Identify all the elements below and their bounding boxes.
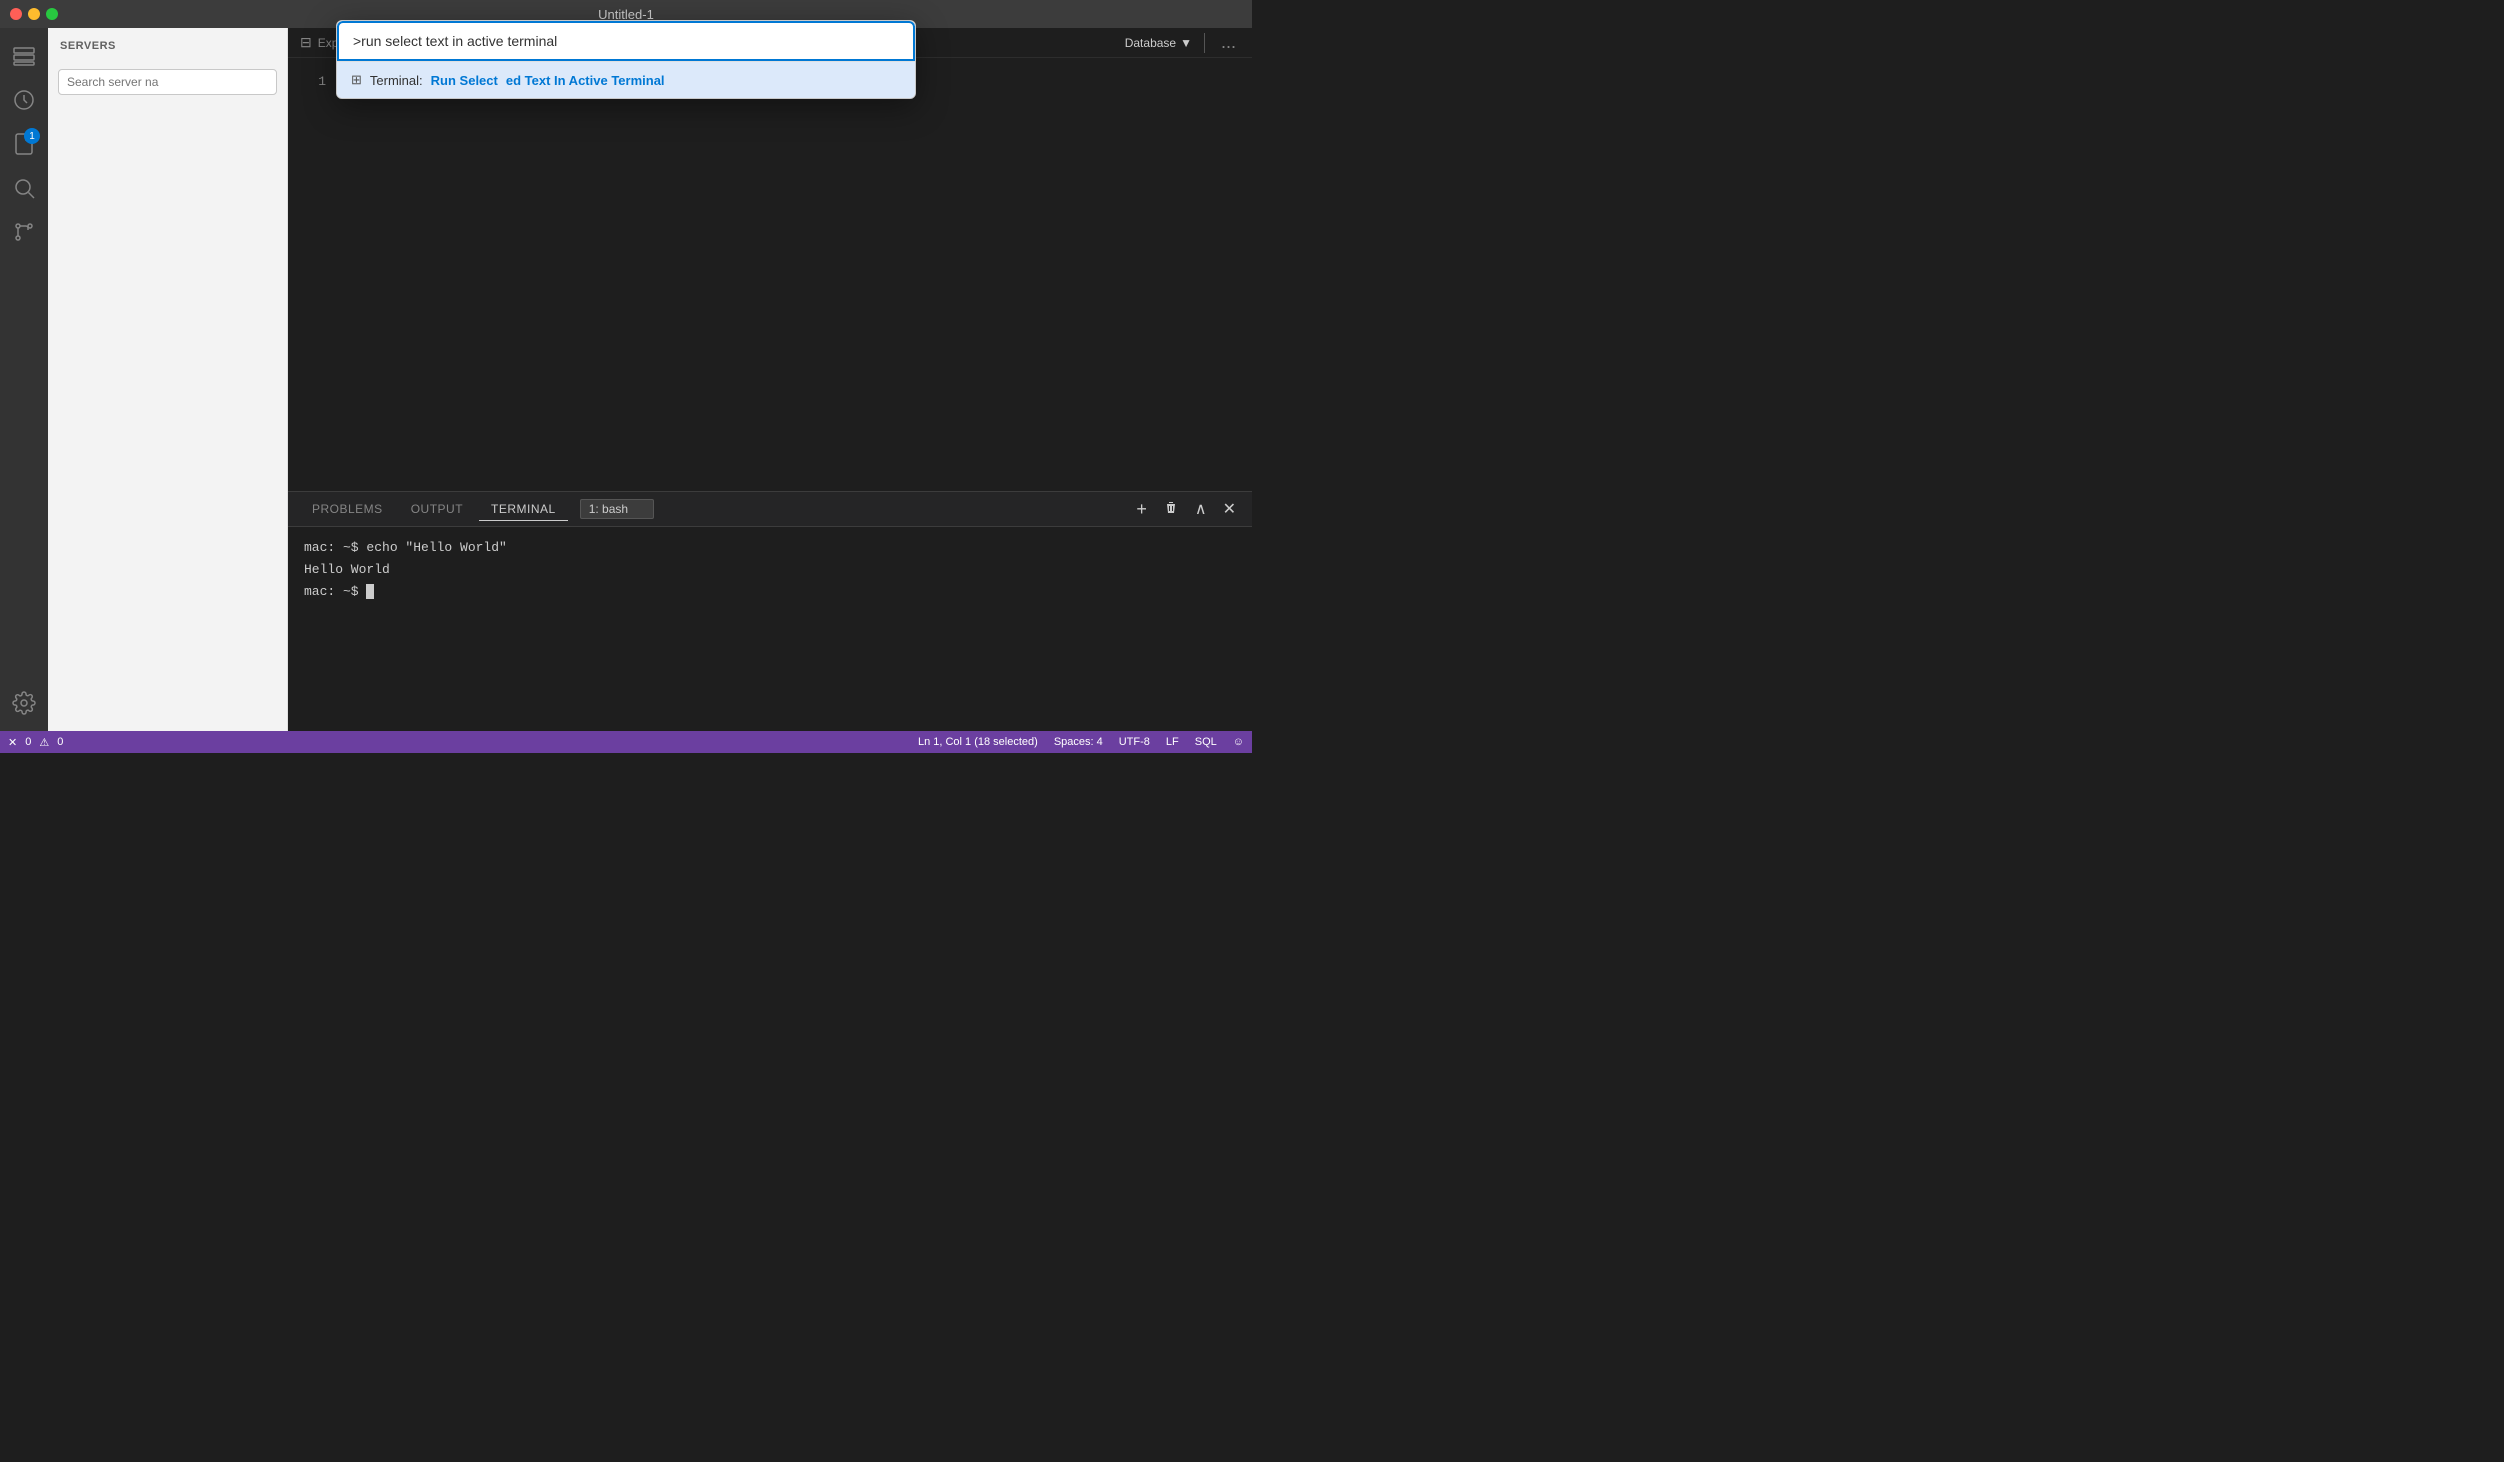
terminal-selector-container: 1: bash 2: zsh bbox=[580, 499, 654, 519]
result-terminal-icon: ⊞ bbox=[351, 72, 362, 88]
close-button[interactable] bbox=[10, 8, 22, 20]
warning-icon: ⚠ bbox=[39, 736, 49, 749]
status-left: ✕ 0 ⚠ 0 bbox=[8, 736, 63, 749]
error-icon: ✕ bbox=[8, 736, 17, 749]
result-match: Run Select bbox=[431, 73, 498, 88]
toolbar-divider bbox=[1204, 33, 1205, 53]
face-icon[interactable]: ☺ bbox=[1233, 736, 1244, 748]
sidebar-header: SERVERS bbox=[48, 28, 287, 63]
encoding-indicator[interactable]: UTF-8 bbox=[1119, 736, 1150, 748]
explain-icon: ⊟ bbox=[300, 34, 312, 51]
terminal-actions: + ∧ ✕ bbox=[1132, 497, 1240, 522]
activity-icon-files[interactable]: 1 bbox=[4, 124, 44, 164]
command-result-item[interactable]: ⊞ Terminal: Run Select ed Text In Active … bbox=[337, 62, 915, 98]
command-palette[interactable]: ⊞ Terminal: Run Select ed Text In Active … bbox=[336, 20, 916, 99]
status-bar: ✕ 0 ⚠ 0 Ln 1, Col 1 (18 selected) Spaces… bbox=[0, 731, 1252, 753]
db-selector[interactable]: Database ▼ bbox=[1125, 36, 1192, 50]
command-input-wrapper bbox=[337, 21, 915, 62]
terminal-selector[interactable]: 1: bash 2: zsh bbox=[580, 499, 654, 519]
db-selector-label: Database bbox=[1125, 36, 1176, 50]
result-prefix: Terminal: bbox=[370, 73, 423, 88]
tab-output[interactable]: OUTPUT bbox=[399, 498, 475, 520]
status-right: Ln 1, Col 1 (18 selected) Spaces: 4 UTF-… bbox=[918, 736, 1244, 748]
tab-terminal[interactable]: TERMINAL bbox=[479, 498, 568, 521]
activity-icon-history[interactable] bbox=[4, 80, 44, 120]
warning-count: 0 bbox=[57, 736, 63, 748]
minimize-button[interactable] bbox=[28, 8, 40, 20]
activity-icon-search[interactable] bbox=[4, 168, 44, 208]
terminal-line-3: mac: ~$ bbox=[304, 581, 1236, 603]
activity-icon-settings[interactable] bbox=[4, 683, 44, 723]
expand-terminal-button[interactable]: ∧ bbox=[1191, 497, 1211, 521]
traffic-lights bbox=[10, 8, 58, 20]
command-input[interactable] bbox=[337, 21, 915, 61]
result-suffix: ed Text In Active Terminal bbox=[506, 73, 665, 88]
more-options-button[interactable]: ... bbox=[1217, 32, 1240, 53]
file-badge: 1 bbox=[24, 128, 40, 144]
search-input[interactable] bbox=[58, 69, 277, 95]
terminal-cursor bbox=[366, 584, 374, 599]
command-results: ⊞ Terminal: Run Select ed Text In Active … bbox=[337, 62, 915, 98]
cursor-position[interactable]: Ln 1, Col 1 (18 selected) bbox=[918, 736, 1038, 748]
activity-bar: 1 bbox=[0, 28, 48, 731]
activity-icon-servers[interactable] bbox=[4, 36, 44, 76]
line-numbers: 1 bbox=[288, 70, 338, 479]
content-area: ⊟ Explain Database ▼ ... 1 bbox=[288, 28, 1252, 731]
maximize-button[interactable] bbox=[46, 8, 58, 20]
terminal-panel: PROBLEMS OUTPUT TERMINAL 1: bash 2: zsh … bbox=[288, 491, 1252, 731]
main-layout: 1 SERVERS bbox=[0, 28, 1252, 731]
sidebar: SERVERS bbox=[48, 28, 288, 731]
code-editor[interactable]: 1 echo "Hello world" bbox=[288, 58, 1252, 491]
terminal-line-1: mac: ~$ echo "Hello World" bbox=[304, 537, 1236, 559]
terminal-content[interactable]: mac: ~$ echo "Hello World" Hello World m… bbox=[288, 527, 1252, 731]
spaces-indicator[interactable]: Spaces: 4 bbox=[1054, 736, 1103, 748]
activity-icon-git[interactable] bbox=[4, 212, 44, 252]
close-terminal-button[interactable]: ✕ bbox=[1219, 497, 1240, 521]
terminal-tabs: PROBLEMS OUTPUT TERMINAL 1: bash 2: zsh … bbox=[288, 492, 1252, 527]
sidebar-search-container bbox=[48, 63, 287, 101]
editor-area: ⊟ Explain Database ▼ ... 1 bbox=[288, 28, 1252, 731]
language-indicator[interactable]: SQL bbox=[1195, 736, 1217, 748]
line-number-1: 1 bbox=[288, 70, 326, 94]
chevron-down-icon: ▼ bbox=[1180, 36, 1192, 50]
delete-terminal-button[interactable] bbox=[1159, 498, 1183, 521]
code-content: echo "Hello world" bbox=[338, 70, 1252, 479]
terminal-line-2: Hello World bbox=[304, 559, 1236, 581]
line-ending-indicator[interactable]: LF bbox=[1166, 736, 1179, 748]
terminal-prompt: mac: ~$ bbox=[304, 584, 366, 599]
editor-toolbar-right: Database ▼ ... bbox=[1125, 32, 1240, 53]
tab-problems[interactable]: PROBLEMS bbox=[300, 498, 395, 520]
add-terminal-button[interactable]: + bbox=[1132, 497, 1151, 522]
error-count: 0 bbox=[25, 736, 31, 748]
